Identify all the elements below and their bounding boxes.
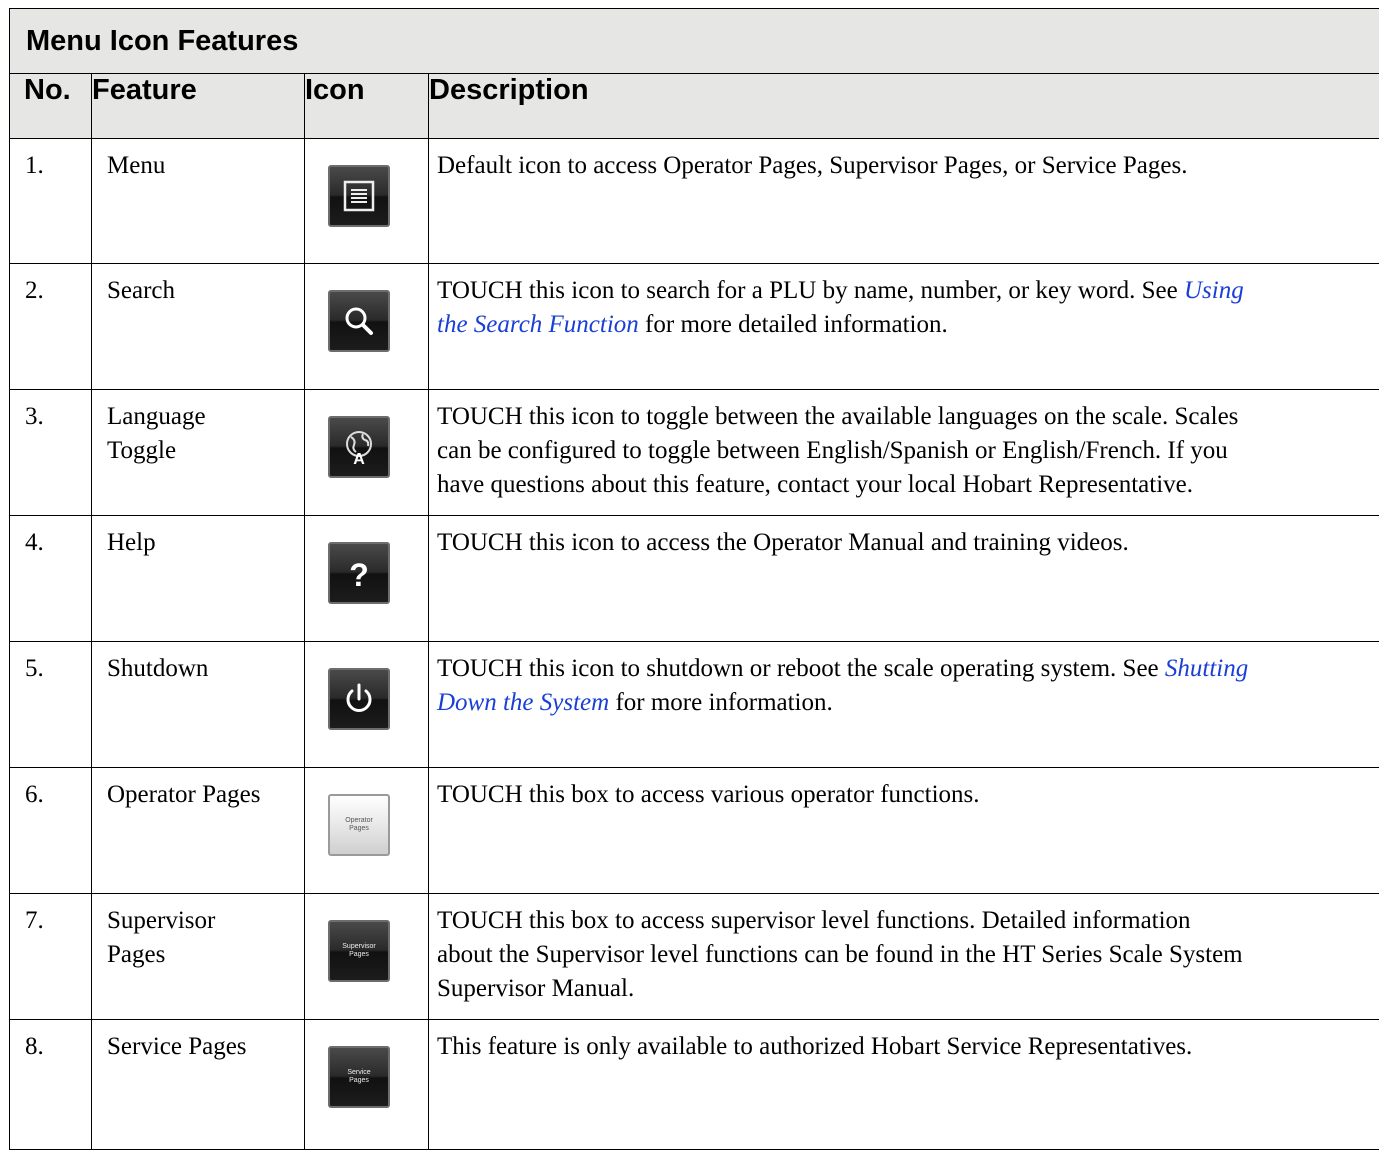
row-description: TOUCH this box to access supervisor leve… — [427, 893, 1379, 1020]
header-no: No. — [9, 73, 92, 139]
row-feature: Menu — [91, 138, 305, 264]
row-number: 1. — [9, 138, 92, 264]
row-description: TOUCH this icon to access the Operator M… — [427, 515, 1379, 642]
row-description: TOUCH this icon to search for a PLU by n… — [427, 263, 1379, 390]
icon-caption: Operator Pages — [345, 817, 373, 832]
row-icon-cell: Service Pages — [304, 1019, 429, 1150]
desc-line: have questions about this feature, conta… — [437, 471, 1193, 498]
desc-line: can be configured to toggle between Engl… — [437, 437, 1228, 464]
feature-line: Language — [107, 403, 206, 430]
row-number: 4. — [9, 515, 92, 642]
desc-text: for more information. — [609, 689, 833, 716]
header-icon: Icon — [304, 73, 429, 139]
desc-text: TOUCH this icon to search for a PLU by n… — [437, 277, 1184, 304]
table-row: 4. Help ? TOUCH this icon to access the … — [9, 515, 1379, 642]
table-row: 1. Menu Default icon to access Operator … — [9, 138, 1379, 264]
row-description: TOUCH this icon to toggle between the av… — [427, 389, 1379, 516]
row-number: 7. — [9, 893, 92, 1020]
globe-language-icon: A — [328, 416, 390, 478]
service-pages-button-icon: Service Pages — [328, 1046, 390, 1108]
row-feature: Search — [91, 263, 305, 390]
row-description: TOUCH this box to access various operato… — [427, 767, 1379, 894]
row-icon-cell — [304, 138, 429, 264]
power-icon — [328, 668, 390, 730]
supervisor-pages-button-icon: Supervisor Pages — [328, 920, 390, 982]
row-feature: Shutdown — [91, 641, 305, 768]
menu-icon-features-table: Menu Icon Features No. Feature Icon Desc… — [8, 8, 1379, 1150]
row-number: 8. — [9, 1019, 92, 1150]
svg-text:A: A — [353, 451, 365, 467]
search-icon — [328, 290, 390, 352]
row-number: 3. — [9, 389, 92, 516]
row-feature: Operator Pages — [91, 767, 305, 894]
desc-line: TOUCH this icon to toggle between the av… — [437, 403, 1239, 430]
shutting-down-link[interactable]: Shutting — [1165, 655, 1248, 682]
feature-line: Supervisor — [107, 907, 216, 934]
row-number: 6. — [9, 767, 92, 894]
desc-text: for more detailed information. — [638, 311, 948, 338]
header-feature: Feature — [91, 73, 305, 139]
icon-caption: Supervisor Pages — [342, 943, 376, 958]
table-row: 2. Search TOUCH this icon to search for … — [9, 263, 1379, 390]
row-number: 5. — [9, 641, 92, 768]
feature-line: Toggle — [107, 437, 177, 464]
operator-pages-button-icon: Operator Pages — [328, 794, 390, 856]
search-function-link-cont[interactable]: the Search Function — [437, 311, 639, 338]
row-description: TOUCH this icon to shutdown or reboot th… — [427, 641, 1379, 768]
table-row: 5. Shutdown TOUCH this icon to shutdown … — [9, 641, 1379, 768]
feature-line: Pages — [107, 941, 166, 968]
table-row: 8. Service Pages Service Pages This feat… — [9, 1019, 1379, 1150]
row-icon-cell — [304, 641, 429, 768]
desc-line: Supervisor Manual. — [437, 975, 635, 1002]
row-feature: Help — [91, 515, 305, 642]
desc-line: about the Supervisor level functions can… — [437, 941, 1243, 968]
row-feature: Service Pages — [91, 1019, 305, 1150]
row-icon-cell: A — [304, 389, 429, 516]
menu-icon — [328, 165, 390, 227]
table-row: 6. Operator Pages Operator Pages TOUCH t… — [9, 767, 1379, 894]
table-title: Menu Icon Features — [8, 8, 1379, 74]
row-icon-cell: Operator Pages — [304, 767, 429, 894]
icon-caption: Service Pages — [347, 1069, 371, 1084]
svg-text:?: ? — [349, 557, 369, 590]
desc-line: TOUCH this box to access supervisor leve… — [437, 907, 1191, 934]
table-row: 7. Supervisor Pages Supervisor Pages TOU… — [9, 893, 1379, 1020]
header-description: Description — [427, 73, 1379, 139]
help-icon: ? — [328, 542, 390, 604]
row-feature: Supervisor Pages — [91, 893, 305, 1020]
table-header-row: No. Feature Icon Description — [9, 73, 1379, 139]
table-row: 3. Language Toggle A TOUCH this icon to … — [9, 389, 1379, 516]
row-description: Default icon to access Operator Pages, S… — [427, 138, 1379, 264]
row-icon-cell: ? — [304, 515, 429, 642]
row-icon-cell — [304, 263, 429, 390]
desc-text: TOUCH this icon to shutdown or reboot th… — [437, 655, 1165, 682]
row-icon-cell: Supervisor Pages — [304, 893, 429, 1020]
row-description: This feature is only available to author… — [427, 1019, 1379, 1150]
row-feature: Language Toggle — [91, 389, 305, 516]
row-number: 2. — [9, 263, 92, 390]
shutting-down-link-cont[interactable]: Down the System — [437, 689, 609, 716]
search-function-link[interactable]: Using — [1184, 277, 1244, 304]
